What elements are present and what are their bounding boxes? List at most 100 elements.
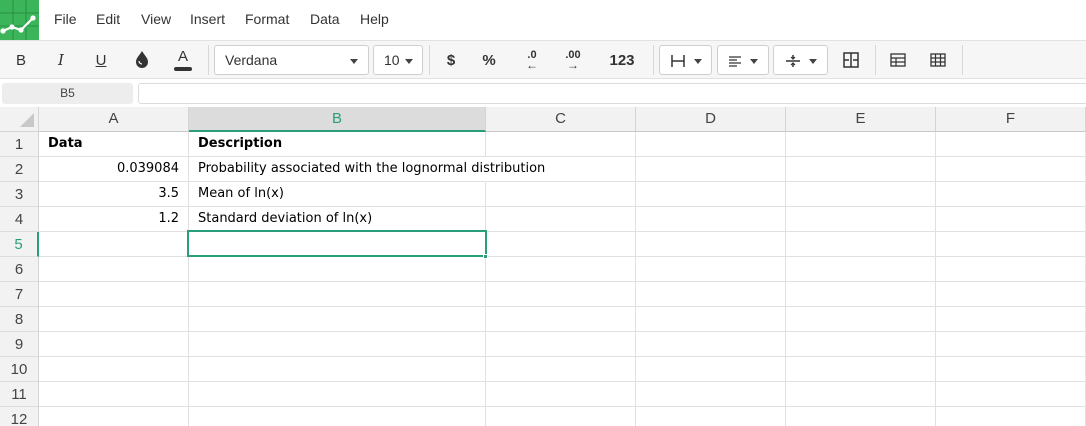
freeze-columns-button[interactable]	[925, 41, 951, 79]
cell-f4[interactable]	[936, 207, 1086, 232]
currency-format-button[interactable]: $	[438, 41, 464, 79]
cell-e10[interactable]	[786, 357, 936, 382]
cell-e5[interactable]	[786, 232, 936, 257]
cell-a5[interactable]	[39, 232, 189, 257]
cell-d11[interactable]	[636, 382, 786, 407]
cell-e11[interactable]	[786, 382, 936, 407]
cell-a2[interactable]: 0.039084	[39, 157, 189, 182]
menu-data[interactable]: Data	[310, 11, 340, 27]
cell-b9[interactable]	[189, 332, 486, 357]
cell-a1[interactable]: Data	[39, 132, 189, 157]
borders-dropdown[interactable]	[659, 45, 712, 75]
cell-d4[interactable]	[636, 207, 786, 232]
column-header-e[interactable]: E	[786, 107, 936, 132]
freeze-rows-button[interactable]	[885, 41, 911, 79]
menu-format[interactable]: Format	[245, 11, 289, 27]
menu-help[interactable]: Help	[360, 11, 389, 27]
cell-d8[interactable]	[636, 307, 786, 332]
menu-insert[interactable]: Insert	[190, 11, 225, 27]
column-header-c[interactable]: C	[486, 107, 636, 132]
cell-b10[interactable]	[189, 357, 486, 382]
cell-f6[interactable]	[936, 257, 1086, 282]
cell-c3[interactable]	[486, 182, 636, 207]
name-box[interactable]: B5	[2, 83, 133, 104]
cell-f12[interactable]	[936, 407, 1086, 426]
cell-b6[interactable]	[189, 257, 486, 282]
cell-b4[interactable]: Standard deviation of ln(x)	[189, 207, 486, 232]
cell-e8[interactable]	[786, 307, 936, 332]
cell-e7[interactable]	[786, 282, 936, 307]
cell-e6[interactable]	[786, 257, 936, 282]
cell-e4[interactable]	[786, 207, 936, 232]
cell-b2[interactable]: Probability associated with the lognorma…	[189, 157, 545, 182]
cell-f11[interactable]	[936, 382, 1086, 407]
cell-d7[interactable]	[636, 282, 786, 307]
vertical-align-dropdown[interactable]	[773, 45, 828, 75]
fill-handle[interactable]	[483, 254, 488, 259]
row-header-1[interactable]: 1	[0, 132, 39, 157]
cell-a11[interactable]	[39, 382, 189, 407]
row-header-12[interactable]: 12	[0, 407, 39, 426]
cell-d5[interactable]	[636, 232, 786, 257]
cell-b1[interactable]: Description	[189, 132, 486, 157]
cell-c1[interactable]	[486, 132, 636, 157]
menu-view[interactable]: View	[141, 11, 171, 27]
formula-input[interactable]	[138, 83, 1086, 104]
cell-d10[interactable]	[636, 357, 786, 382]
cell-b12[interactable]	[189, 407, 486, 426]
cell-c4[interactable]	[486, 207, 636, 232]
row-header-8[interactable]: 8	[0, 307, 39, 332]
cell-b11[interactable]	[189, 382, 486, 407]
number-format-button[interactable]: 123	[602, 41, 642, 79]
row-header-9[interactable]: 9	[0, 332, 39, 357]
cell-e12[interactable]	[786, 407, 936, 426]
cell-b7[interactable]	[189, 282, 486, 307]
row-header-6[interactable]: 6	[0, 257, 39, 282]
menu-file[interactable]: File	[54, 11, 77, 27]
row-header-10[interactable]: 10	[0, 357, 39, 382]
column-header-a[interactable]: A	[39, 107, 189, 132]
cell-f3[interactable]	[936, 182, 1086, 207]
column-header-f[interactable]: F	[936, 107, 1086, 132]
cell-e1[interactable]	[786, 132, 936, 157]
cell-d2[interactable]	[636, 157, 786, 182]
merge-cells-button[interactable]	[838, 41, 864, 79]
cell-b3[interactable]: Mean of ln(x)	[189, 182, 486, 207]
cell-a3[interactable]: 3.5	[39, 182, 189, 207]
row-header-11[interactable]: 11	[0, 382, 39, 407]
fill-color-button[interactable]	[129, 41, 155, 79]
cell-f9[interactable]	[936, 332, 1086, 357]
increase-decimals-button[interactable]: .00 →	[558, 41, 588, 79]
cell-c9[interactable]	[486, 332, 636, 357]
italic-button[interactable]: I	[48, 41, 74, 79]
cell-f8[interactable]	[936, 307, 1086, 332]
column-header-d[interactable]: D	[636, 107, 786, 132]
cell-a12[interactable]	[39, 407, 189, 426]
column-header-b[interactable]: B	[189, 107, 486, 132]
cell-c5[interactable]	[486, 232, 636, 257]
cell-b5[interactable]	[189, 232, 486, 257]
cell-e2[interactable]	[786, 157, 936, 182]
text-color-button[interactable]: A	[170, 41, 196, 79]
cell-a8[interactable]	[39, 307, 189, 332]
cell-c11[interactable]	[486, 382, 636, 407]
cell-b8[interactable]	[189, 307, 486, 332]
row-header-5[interactable]: 5	[0, 232, 39, 257]
font-family-select[interactable]: Verdana	[214, 45, 369, 75]
cell-e3[interactable]	[786, 182, 936, 207]
cell-a10[interactable]	[39, 357, 189, 382]
cell-a7[interactable]	[39, 282, 189, 307]
cell-c6[interactable]	[486, 257, 636, 282]
cell-a9[interactable]	[39, 332, 189, 357]
cell-c7[interactable]	[486, 282, 636, 307]
select-all-corner[interactable]	[0, 107, 39, 132]
row-header-3[interactable]: 3	[0, 182, 39, 207]
cell-a4[interactable]: 1.2	[39, 207, 189, 232]
row-header-2[interactable]: 2	[0, 157, 39, 182]
cell-f5[interactable]	[936, 232, 1086, 257]
underline-button[interactable]: U	[88, 41, 114, 79]
cell-d3[interactable]	[636, 182, 786, 207]
cell-f7[interactable]	[936, 282, 1086, 307]
cell-e9[interactable]	[786, 332, 936, 357]
percent-format-button[interactable]: %	[476, 41, 502, 79]
